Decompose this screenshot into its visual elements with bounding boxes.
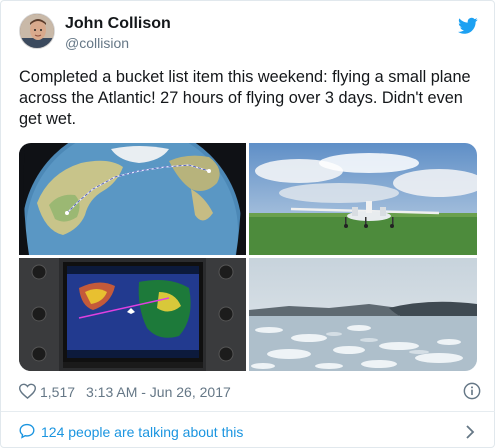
- conversation-link[interactable]: 124 people are talking about this: [19, 419, 481, 443]
- heart-icon[interactable]: [18, 383, 37, 400]
- tweet-meta: 1,517 3:13 AM - Jun 26, 2017: [18, 381, 481, 403]
- tweet-text: Completed a bucket list item this weeken…: [19, 68, 471, 128]
- media-grid: [19, 143, 477, 371]
- tweet-header: John Collison @collision: [19, 13, 480, 57]
- twitter-bird-icon[interactable]: [458, 17, 478, 35]
- avatar[interactable]: [19, 13, 55, 49]
- speech-bubble-icon: [19, 423, 35, 439]
- chevron-right-icon: [465, 425, 475, 439]
- like-count[interactable]: 1,517: [40, 384, 75, 400]
- embedded-tweet-card: John Collison @collision Completed a buc…: [0, 0, 495, 448]
- divider: [1, 411, 495, 412]
- author-name[interactable]: John Collison: [65, 15, 171, 33]
- media-plane-on-grass[interactable]: [249, 143, 477, 255]
- media-ice-fjord[interactable]: [249, 258, 477, 371]
- info-icon[interactable]: [463, 382, 481, 400]
- media-cockpit-display[interactable]: [19, 258, 246, 371]
- talking-count: 124 people are talking about this: [41, 424, 244, 440]
- tweet-timestamp[interactable]: 3:13 AM - Jun 26, 2017: [86, 384, 231, 400]
- author-handle[interactable]: @collision: [65, 35, 129, 51]
- media-globe-map[interactable]: [19, 143, 246, 255]
